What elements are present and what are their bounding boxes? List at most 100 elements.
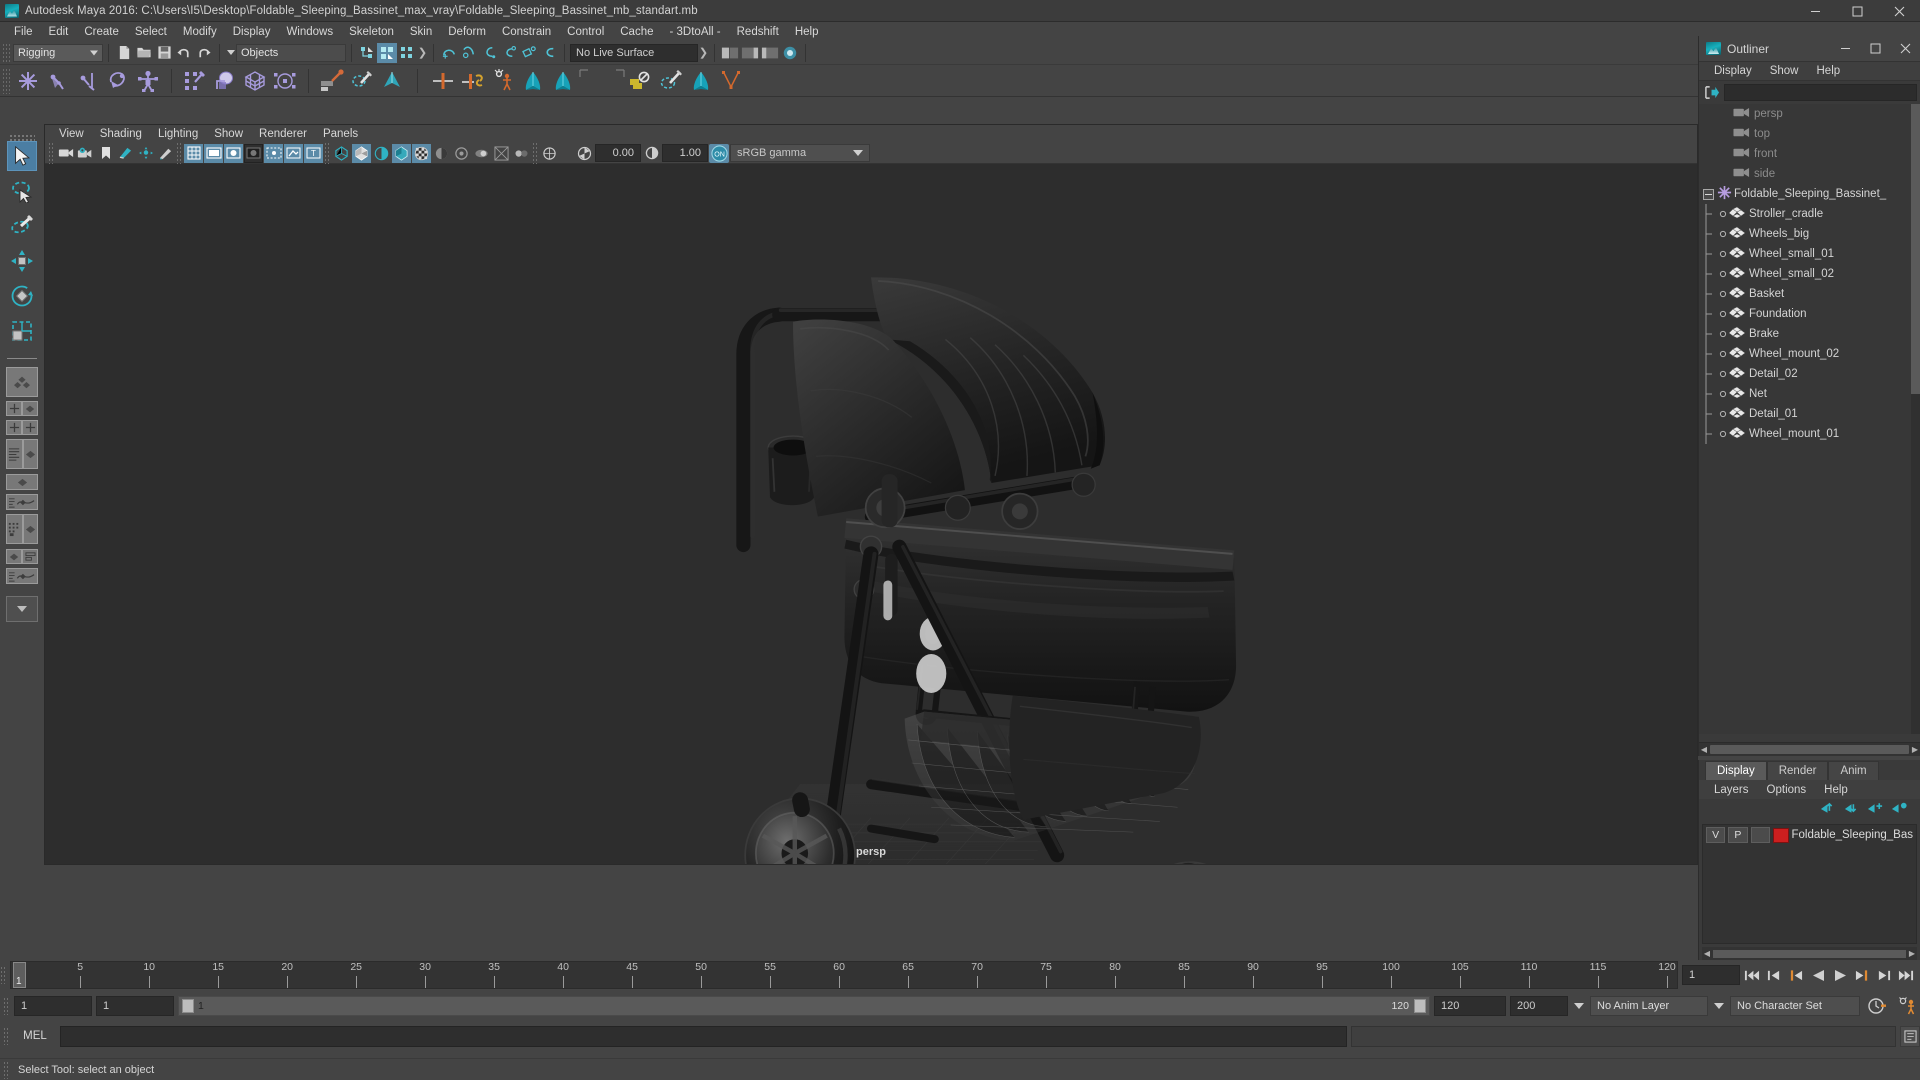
hypershade-pane-layout[interactable] <box>6 514 23 544</box>
outliner-item-net[interactable]: Net <box>1699 384 1920 404</box>
live-surface-field[interactable]: No Live Surface <box>570 43 698 62</box>
range-end-field[interactable]: 120 <box>1434 996 1506 1016</box>
snap-to-grid-icon[interactable] <box>439 43 459 63</box>
menu-cache[interactable]: Cache <box>612 23 661 41</box>
blendshape-deform-icon[interactable] <box>686 67 716 95</box>
blendshape-edit-icon[interactable] <box>548 67 578 95</box>
layer-horizontal-scrollbar[interactable]: ◀ ▶ <box>1702 947 1917 960</box>
viewport-menu-show[interactable]: Show <box>206 126 251 142</box>
bookmark-icon[interactable] <box>96 144 115 163</box>
outliner-close-button[interactable] <box>1890 36 1920 62</box>
outliner-filter-icon[interactable] <box>1702 83 1721 101</box>
textured-icon[interactable] <box>392 143 411 163</box>
step-forward-frame-icon[interactable] <box>1852 964 1872 986</box>
range-right-handle[interactable] <box>1414 999 1426 1013</box>
skin-weights-paint-icon[interactable] <box>317 67 347 95</box>
outliner-menu-show[interactable]: Show <box>1761 65 1808 77</box>
outliner-item-brake[interactable]: Brake <box>1699 324 1920 344</box>
command-input[interactable] <box>60 1025 1347 1047</box>
menu-select[interactable]: Select <box>127 23 175 41</box>
grease-pencil-icon[interactable] <box>156 144 175 163</box>
menu-file[interactable]: File <box>6 23 41 41</box>
blendshape-icon[interactable] <box>518 67 548 95</box>
step-back-keyframe-icon[interactable] <box>1764 964 1784 986</box>
snap-to-curve-icon[interactable] <box>459 43 479 63</box>
command-language-label[interactable]: MEL <box>14 1030 56 1042</box>
persp-only-layout[interactable] <box>6 474 38 490</box>
persp-pane-layout[interactable] <box>23 439 38 469</box>
insert-joint-tool-icon[interactable] <box>103 67 133 95</box>
animation-preferences-icon[interactable] <box>1894 995 1920 1017</box>
maximize-button[interactable] <box>1836 0 1878 22</box>
outliner-pane-layout[interactable] <box>6 439 23 469</box>
copy-skin-weights-icon[interactable] <box>347 67 377 95</box>
outliner-item-front[interactable]: front <box>1699 144 1920 164</box>
persp-layout[interactable] <box>22 401 38 416</box>
outliner-menu-help[interactable]: Help <box>1808 65 1850 77</box>
xray-icon[interactable] <box>284 143 303 163</box>
paint-select-tool[interactable] <box>7 211 37 241</box>
layer-menu-help[interactable]: Help <box>1815 784 1857 796</box>
lasso-select-tool[interactable] <box>7 176 37 206</box>
two-panes-side-layout[interactable] <box>6 401 22 416</box>
shelf-grip[interactable] <box>2 67 10 94</box>
auto-keyframe-icon[interactable] <box>1864 995 1890 1017</box>
single-perspective-layout[interactable] <box>6 367 38 397</box>
selection-mask-selector[interactable]: Objects <box>236 43 346 62</box>
outliner-item-detail-01[interactable]: Detail_01 <box>1699 404 1920 424</box>
more-layouts-button[interactable] <box>6 596 38 622</box>
outliner-item-foundation[interactable]: Foundation <box>1699 304 1920 324</box>
range-start-field[interactable]: 1 <box>96 996 174 1016</box>
viewport-3d-scene[interactable]: y x persp <box>45 164 1697 864</box>
ik-spline-handle-icon[interactable] <box>73 67 103 95</box>
menu-control[interactable]: Control <box>559 23 612 41</box>
select-by-component-type-icon[interactable] <box>397 43 417 63</box>
outliner-item-side[interactable]: side <box>1699 164 1920 184</box>
four-view-layouts-2[interactable] <box>6 420 38 435</box>
select-by-hierarchy-icon[interactable] <box>357 43 377 63</box>
point-constraint-icon[interactable] <box>458 67 488 95</box>
texture-icon[interactable]: T <box>304 143 323 163</box>
scroll-right-icon[interactable]: ▶ <box>1910 743 1920 757</box>
move-layer-down-icon[interactable] <box>1843 801 1860 820</box>
menu-edit[interactable]: Edit <box>41 23 77 41</box>
xray-joints-icon[interactable] <box>264 143 283 163</box>
viewport-menu-lighting[interactable]: Lighting <box>150 126 206 142</box>
four-view-layouts[interactable] <box>6 401 38 416</box>
rotate-tool[interactable] <box>7 281 37 311</box>
interactive-bind-skin-icon[interactable] <box>210 67 240 95</box>
scroll-left-icon[interactable]: ◀ <box>1699 743 1709 757</box>
outliner-item-wheel-mount-01[interactable]: Wheel_mount_01 <box>1699 424 1920 444</box>
selection-mask-arrow[interactable] <box>225 44 236 62</box>
select-by-object-type-icon[interactable] <box>377 42 397 63</box>
isolate-select-icon[interactable] <box>540 144 559 163</box>
gamma-field[interactable]: 1.00 <box>662 144 708 162</box>
viewport-menu-panels[interactable]: Panels <box>315 126 366 142</box>
outliner-item-persp[interactable]: persp <box>1699 104 1920 124</box>
close-button[interactable] <box>1878 0 1920 22</box>
persp-graph-layout-2[interactable] <box>6 568 38 584</box>
gamma-icon[interactable] <box>642 144 661 163</box>
layer-color-swatch[interactable] <box>1772 827 1789 843</box>
step-forward-keyframe-icon[interactable] <box>1874 964 1894 986</box>
go-to-end-icon[interactable] <box>1896 964 1916 986</box>
outliner-item-detail-02[interactable]: Detail_02 <box>1699 364 1920 384</box>
exposure-icon[interactable] <box>575 144 594 163</box>
redo-icon[interactable] <box>194 43 214 63</box>
live-surface-expand-icon[interactable]: ❯ <box>698 44 709 62</box>
joint-tool-icon[interactable] <box>13 67 43 95</box>
snap-to-view-planes-icon[interactable] <box>519 43 539 63</box>
hypershade-layout[interactable] <box>6 514 38 545</box>
show-hide-editors-icon[interactable] <box>720 43 740 63</box>
current-frame-field[interactable]: 1 <box>1682 965 1740 985</box>
film-gate-icon[interactable] <box>204 143 223 163</box>
new-layer-icon[interactable] <box>1867 801 1884 820</box>
persp-graph-editor-layout[interactable] <box>6 494 38 510</box>
command-line-grip[interactable] <box>3 1027 10 1045</box>
ik-handle-icon[interactable] <box>43 67 73 95</box>
outliner-item-wheels-big[interactable]: Wheels_big <box>1699 224 1920 244</box>
persp-trax-layout[interactable] <box>6 549 38 564</box>
script-editor-icon[interactable] <box>1900 1025 1920 1047</box>
new-scene-icon[interactable] <box>114 43 134 63</box>
play-forwards-icon[interactable] <box>1830 964 1850 986</box>
